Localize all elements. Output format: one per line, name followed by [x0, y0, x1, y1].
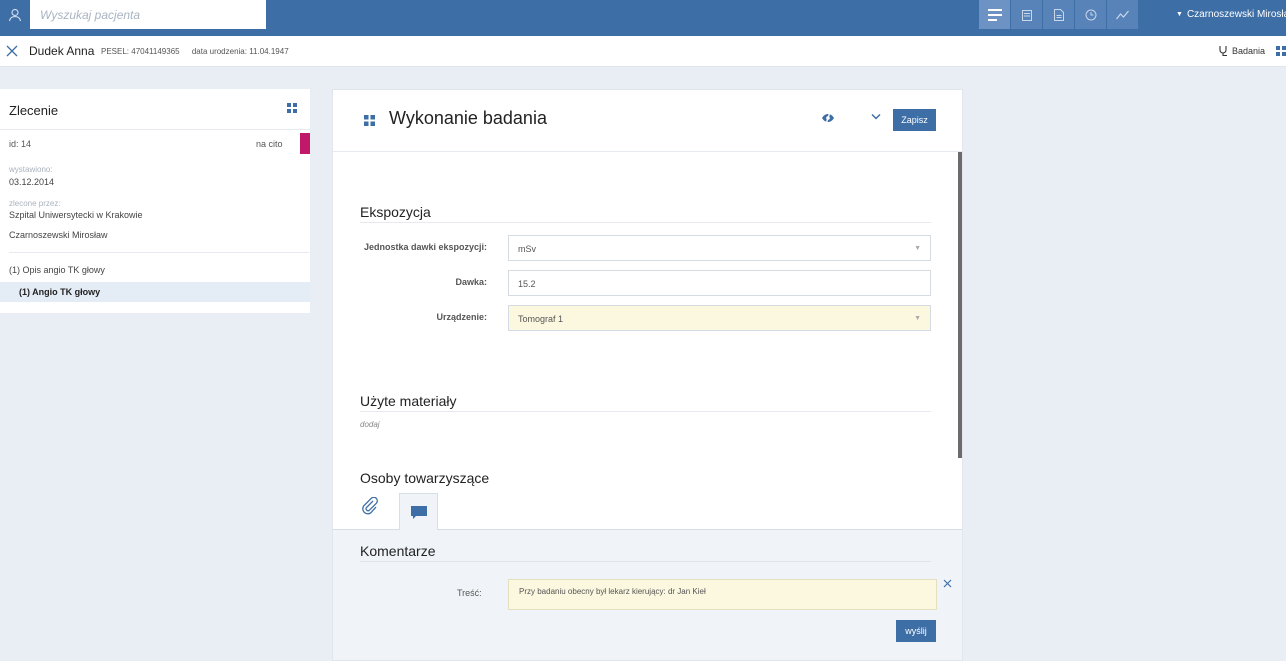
- divider: [0, 129, 310, 130]
- device-value: Tomograf 1: [518, 314, 564, 324]
- exam-panel: Wykonanie badania Zapisz Ekspozycja Jedn…: [332, 89, 963, 661]
- dropdown-arrow-icon: ▼: [914, 315, 921, 322]
- document-icon[interactable]: [1043, 0, 1074, 29]
- visibility-off-icon[interactable]: [821, 112, 835, 124]
- send-button[interactable]: wyślij: [896, 620, 936, 642]
- priority-label: na cito: [256, 139, 283, 149]
- exam-title: Wykonanie badania: [389, 108, 547, 128]
- user-name: Czarnoszewski Mirosław: [1186, 9, 1286, 20]
- divider: [9, 252, 309, 253]
- grid-icon[interactable]: [287, 103, 297, 113]
- patient-meta: PESEL: 47041149365 data urodzenia: 11.04…: [101, 47, 299, 56]
- comment-text: Przy badaniu obecny był lekarz kierujący…: [519, 587, 706, 596]
- comment-content-label: Treść:: [457, 588, 482, 598]
- ordered-by-label: zlecone przez:: [9, 199, 61, 208]
- user-menu[interactable]: ▼ Czarnoszewski Mirosław: [1176, 0, 1286, 29]
- divider: [360, 561, 931, 562]
- chevron-down-icon[interactable]: [871, 113, 881, 120]
- ordering-doctor: Czarnoszewski Mirosław: [9, 230, 108, 240]
- close-icon[interactable]: [6, 45, 18, 57]
- priority-marker: [300, 133, 310, 154]
- badania-link[interactable]: Badania: [1218, 45, 1265, 57]
- patient-icon: [0, 0, 30, 29]
- dose-unit-value: mSv: [518, 244, 536, 254]
- companions-title: Osoby towarzyszące: [360, 470, 490, 486]
- comment-textarea[interactable]: Przy badaniu obecny był lekarz kierujący…: [508, 579, 937, 610]
- badania-label: Badania: [1232, 46, 1266, 56]
- calendar-icon[interactable]: [1011, 0, 1042, 29]
- comments-section: Komentarze Treść: Przy badaniu obecny by…: [333, 530, 962, 660]
- patient-name: Dudek Anna: [29, 44, 95, 58]
- patient-birthdate: data urodzenia: 11.04.1947: [191, 47, 289, 56]
- issued-value: 03.12.2014: [9, 177, 55, 187]
- add-material-link[interactable]: dodaj: [360, 420, 380, 429]
- tab-comments[interactable]: [399, 493, 438, 531]
- order-panel: Zlecenie id: 14 na cito wystawiono: 03.1…: [0, 89, 310, 313]
- order-item[interactable]: (1) Opis angio TK głowy: [9, 265, 105, 275]
- issued-label: wystawiono:: [9, 165, 53, 174]
- order-title: Zlecenie: [9, 103, 59, 118]
- exam-header: Wykonanie badania Zapisz: [333, 90, 962, 152]
- clock-icon[interactable]: [1075, 0, 1106, 29]
- device-label: Urządzenie:: [436, 312, 487, 322]
- patient-pesel: PESEL: 47041149365: [101, 47, 180, 56]
- dose-unit-label: Jednostka dawki ekspozycji:: [363, 242, 487, 252]
- dose-input[interactable]: 15.2: [508, 270, 931, 296]
- grid-icon[interactable]: [1276, 46, 1286, 56]
- save-button[interactable]: Zapisz: [893, 109, 936, 131]
- exposure-title: Ekspozycja: [360, 204, 431, 220]
- paperclip-icon[interactable]: [361, 497, 379, 515]
- patient-bar: Dudek Anna PESEL: 47041149365 data urodz…: [0, 36, 1286, 67]
- dose-label: Dawka:: [455, 277, 487, 287]
- order-subitem-label: (1) Angio TK głowy: [19, 287, 101, 297]
- top-bar: ▼ Czarnoszewski Mirosław: [0, 0, 1286, 36]
- patient-search-input[interactable]: [30, 0, 266, 29]
- caret-down-icon: ▼: [1176, 11, 1183, 18]
- tab-bar: [333, 487, 962, 531]
- comments-title: Komentarze: [360, 543, 436, 559]
- dose-unit-select[interactable]: mSv ▼: [508, 235, 931, 261]
- comment-icon: [410, 505, 427, 519]
- scrollbar[interactable]: [958, 152, 962, 458]
- close-icon[interactable]: [943, 579, 952, 588]
- divider: [360, 411, 931, 412]
- dose-value: 15.2: [518, 279, 536, 289]
- grid-icon: [364, 115, 375, 126]
- dropdown-arrow-icon: ▼: [914, 245, 921, 252]
- stethoscope-icon: [1219, 46, 1227, 57]
- hospital-name: Szpital Uniwersytecki w Krakowie: [9, 210, 143, 220]
- device-select[interactable]: Tomograf 1 ▼: [508, 305, 931, 331]
- order-id: id: 14: [9, 139, 32, 149]
- materials-title: Użyte materiały: [360, 393, 457, 409]
- order-subitem[interactable]: (1) Angio TK głowy: [0, 282, 310, 302]
- chart-icon[interactable]: [1107, 0, 1138, 29]
- divider: [360, 222, 931, 223]
- list-icon[interactable]: [979, 0, 1010, 29]
